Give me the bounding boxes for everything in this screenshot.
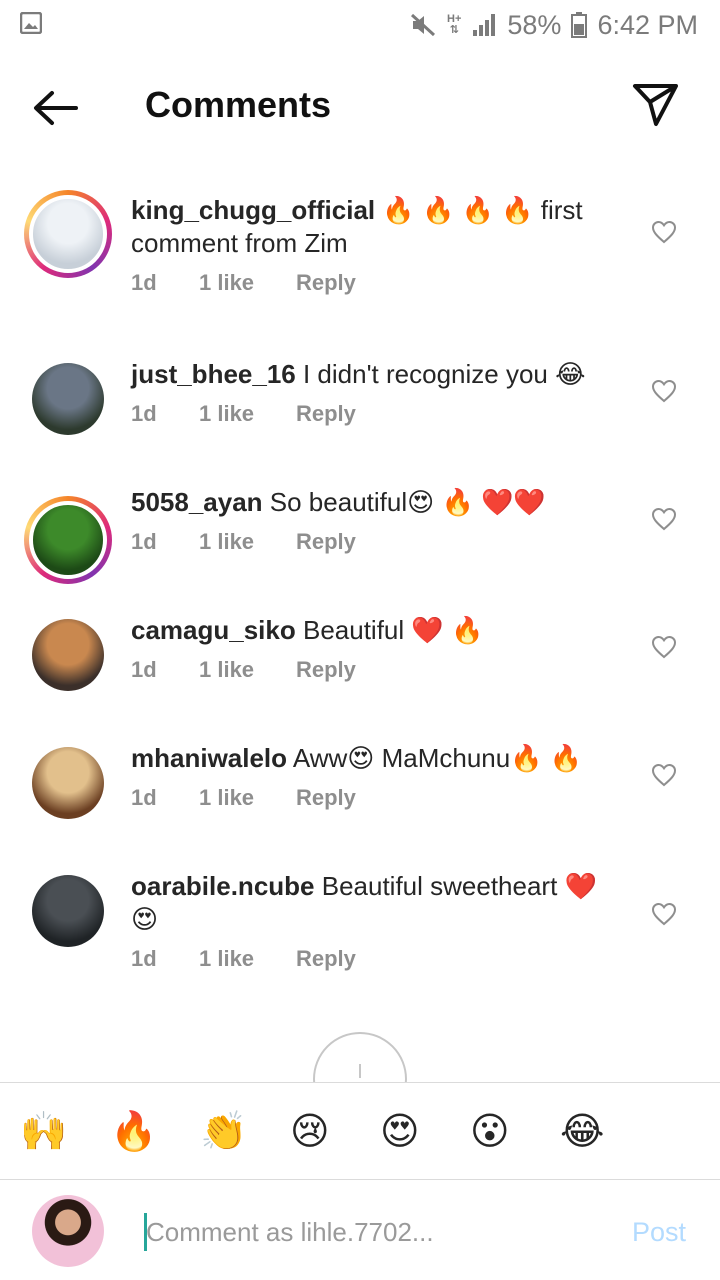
crying-emoji[interactable]: 😢	[290, 1109, 380, 1153]
avatar	[32, 363, 104, 435]
avatar	[32, 747, 104, 819]
battery-percent: 58%	[507, 9, 562, 40]
raised-hands-emoji[interactable]: 🙌	[20, 1109, 110, 1153]
comment-body: mhaniwalelo Aww😍 MaMchunu🔥 🔥 1d 1 like Repl…	[131, 742, 621, 811]
comment-timestamp: 1d	[131, 657, 157, 682]
reply-button[interactable]: Reply	[296, 946, 356, 972]
like-heart-icon[interactable]	[651, 220, 677, 244]
back-arrow-icon	[34, 91, 78, 125]
avatar	[29, 195, 107, 273]
commenter-avatar-button[interactable]	[32, 619, 104, 691]
comment-body: king_chugg_official 🔥 🔥 🔥 🔥 first commen…	[131, 194, 621, 296]
comment-username[interactable]: oarabile.ncube	[131, 871, 315, 901]
comment-meta: 1d 1 like Reply	[131, 270, 621, 296]
comment-username[interactable]: king_chugg_official	[131, 195, 375, 225]
comment-meta: 1d 1 like Reply	[131, 946, 621, 972]
reply-button[interactable]: Reply	[296, 529, 356, 555]
comment-like-count[interactable]: 1 like	[199, 401, 296, 427]
comment-row: mhaniwalelo Aww😍 MaMchunu🔥 🔥 1d 1 like Repl…	[0, 742, 720, 870]
comment-timestamp: 1d	[131, 946, 157, 971]
comment-input[interactable]	[146, 1211, 606, 1253]
comment-meta: 1d 1 like Reply	[131, 657, 621, 683]
signal-icon	[471, 12, 497, 38]
comment-meta: 1d 1 like Reply	[131, 529, 621, 555]
commenter-avatar-button[interactable]	[24, 190, 112, 278]
comment-like-count[interactable]: 1 like	[199, 946, 296, 972]
comment-message: So beautiful😍 🔥 ❤️❤️	[262, 487, 546, 517]
comment-username[interactable]: 5058_ayan	[131, 487, 263, 517]
comment-text: camagu_siko Beautiful ❤️ 🔥	[131, 614, 621, 647]
comment-message: I didn't recognize you 😂	[295, 359, 586, 389]
gallery-notification-icon	[19, 11, 43, 39]
comment-text: 5058_ayan So beautiful😍 🔥 ❤️❤️	[131, 486, 621, 519]
surprised-emoji[interactable]: 😮	[470, 1109, 560, 1153]
comment-username[interactable]: camagu_siko	[131, 615, 296, 645]
comment-timestamp: 1d	[131, 401, 157, 426]
comment-row: 5058_ayan So beautiful😍 🔥 ❤️❤️ 1d 1 like Re…	[0, 486, 720, 614]
comment-like-count[interactable]: 1 like	[199, 657, 296, 683]
comment-like-count[interactable]: 1 like	[199, 270, 296, 296]
paper-plane-icon	[633, 84, 678, 126]
comment-row: camagu_siko Beautiful ❤️ 🔥 1d 1 like Reply	[0, 614, 720, 742]
comment-username[interactable]: mhaniwalelo	[131, 743, 287, 773]
clock: 6:42 PM	[597, 9, 698, 40]
back-button[interactable]	[30, 88, 82, 128]
commenter-avatar-button[interactable]	[32, 363, 104, 435]
fire-emoji[interactable]: 🔥	[110, 1109, 200, 1153]
commenter-avatar-button[interactable]	[32, 747, 104, 819]
clapping-emoji[interactable]: 👏	[200, 1109, 290, 1153]
laughing-emoji[interactable]: 😂	[560, 1109, 650, 1153]
header: Comments	[0, 60, 720, 152]
reply-button[interactable]: Reply	[296, 270, 356, 296]
commenter-avatar-button[interactable]	[24, 496, 112, 584]
comment-message: Beautiful ❤️ 🔥	[295, 615, 484, 645]
current-user-avatar	[32, 1195, 104, 1267]
comment-text: mhaniwalelo Aww😍 MaMchunu🔥 🔥	[131, 742, 621, 775]
comment-meta: 1d 1 like Reply	[131, 401, 621, 427]
share-button[interactable]	[630, 80, 682, 130]
comment-body: 5058_ayan So beautiful😍 🔥 ❤️❤️ 1d 1 like Re…	[131, 486, 621, 555]
comment-like-count[interactable]: 1 like	[199, 529, 296, 555]
heart-eyes-emoji[interactable]: 😍	[380, 1109, 470, 1153]
comment-body: just_bhee_16 I didn't recognize you 😂 1d 1…	[131, 358, 621, 427]
comment-body: camagu_siko Beautiful ❤️ 🔥 1d 1 like Reply	[131, 614, 621, 683]
comment-username[interactable]: just_bhee_16	[131, 359, 296, 389]
reply-button[interactable]: Reply	[296, 401, 356, 427]
comment-composer: Post	[0, 1181, 720, 1280]
like-heart-icon[interactable]	[651, 635, 677, 659]
avatar	[32, 875, 104, 947]
avatar	[29, 501, 107, 579]
spinner-icon	[359, 1064, 361, 1078]
comment-meta: 1d 1 like Reply	[131, 785, 621, 811]
comment-text: king_chugg_official 🔥 🔥 🔥 🔥 first commen…	[131, 194, 621, 260]
mute-icon	[409, 12, 437, 38]
commenter-avatar-button[interactable]	[32, 875, 104, 947]
comment-row: just_bhee_16 I didn't recognize you 😂 1d 1…	[0, 358, 720, 486]
battery-icon	[571, 12, 588, 38]
avatar	[32, 619, 104, 691]
page-title: Comments	[145, 84, 332, 125]
status-bar: H+ ⇅ 58% 6:42 PM	[0, 0, 720, 50]
comment-row: king_chugg_official 🔥 🔥 🔥 🔥 first commen…	[0, 180, 720, 308]
reply-button[interactable]: Reply	[296, 785, 356, 811]
emoji-quick-bar: 🙌 🔥 👏 😢 😍 😮 😂	[0, 1082, 720, 1180]
comment-message: Aww😍 MaMchunu🔥 🔥	[287, 743, 583, 773]
network-type-icon: H+ ⇅	[447, 13, 462, 36]
comment-timestamp: 1d	[131, 270, 157, 295]
comment-timestamp: 1d	[131, 529, 157, 554]
comment-text: just_bhee_16 I didn't recognize you 😂	[131, 358, 621, 391]
reply-button[interactable]: Reply	[296, 657, 356, 683]
comment-like-count[interactable]: 1 like	[199, 785, 296, 811]
comment-timestamp: 1d	[131, 785, 157, 810]
post-button[interactable]: Post	[632, 1217, 686, 1248]
like-heart-icon[interactable]	[651, 763, 677, 787]
comment-text: oarabile.ncube Beautiful sweetheart ❤️ 😍	[131, 870, 621, 936]
like-heart-icon[interactable]	[651, 902, 677, 926]
comment-body: oarabile.ncube Beautiful sweetheart ❤️ 😍…	[131, 870, 621, 972]
like-heart-icon[interactable]	[651, 379, 677, 403]
comment-row: oarabile.ncube Beautiful sweetheart ❤️ 😍…	[0, 870, 720, 998]
like-heart-icon[interactable]	[651, 507, 677, 531]
